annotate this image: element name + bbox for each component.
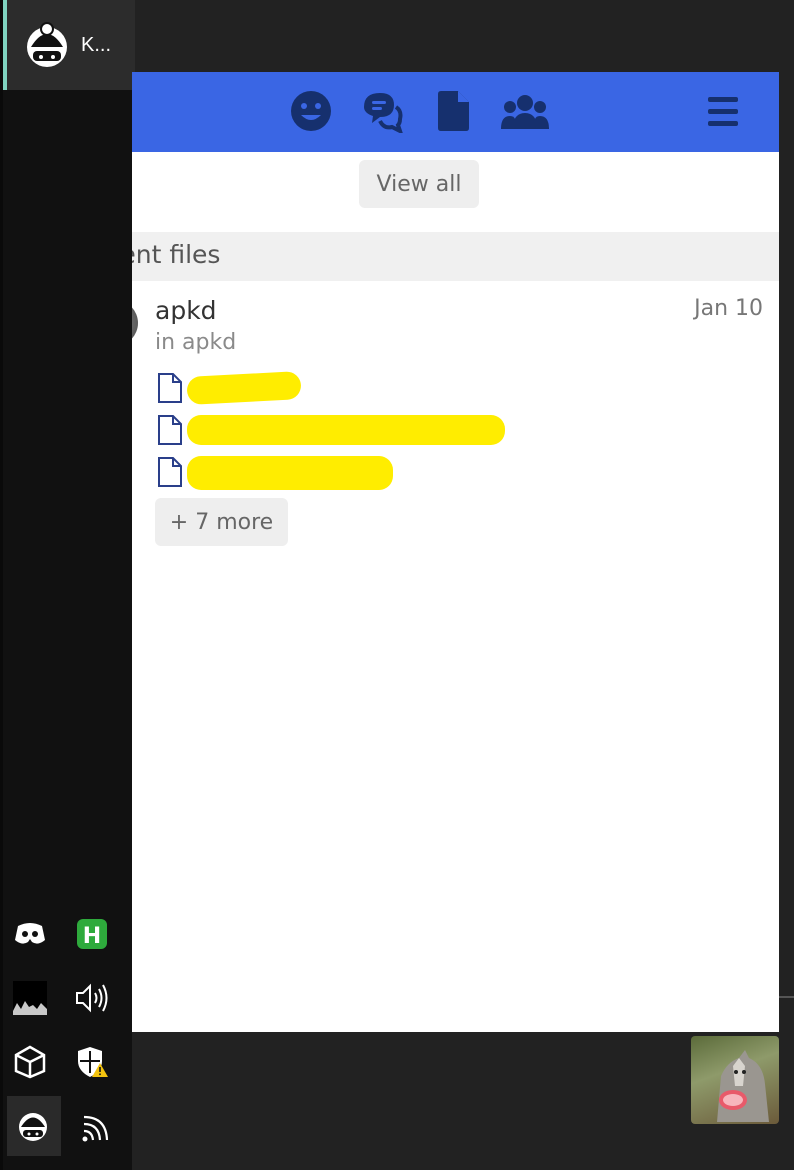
section-title: Recent files <box>132 240 221 269</box>
character-icon <box>23 17 75 73</box>
redacted-file-name <box>187 415 505 445</box>
document-icon <box>157 456 183 492</box>
security-warning-icon <box>75 1045 109 1083</box>
unity-icon <box>13 1045 47 1083</box>
taskbar-window-title: K... <box>81 33 112 56</box>
svg-text:H: H <box>83 924 101 949</box>
emoji-icon <box>290 90 332 136</box>
wifi-icon <box>81 1113 111 1147</box>
performance-graph-icon <box>13 981 47 1019</box>
show-more-files-button[interactable]: + 7 more <box>155 498 288 546</box>
view-all-button[interactable]: View all <box>359 160 479 208</box>
document-icon <box>157 414 183 450</box>
tray-unity[interactable] <box>3 1034 57 1094</box>
h-app-icon: H <box>76 918 108 954</box>
avatar[interactable] <box>132 300 138 346</box>
chat-icon <box>360 89 404 137</box>
emoji-button[interactable] <box>290 90 332 136</box>
window-divider <box>779 996 794 998</box>
files-button[interactable] <box>432 90 474 136</box>
recent-files-section-header: Recent files <box>132 232 779 281</box>
document-icon <box>157 372 183 408</box>
chat-button[interactable] <box>360 89 404 137</box>
redacted-file-name <box>186 371 302 405</box>
menu-button[interactable] <box>702 92 744 134</box>
taskbar: K... H <box>0 0 135 1170</box>
taskbar-active-window[interactable]: K... <box>3 0 135 90</box>
file-icon <box>436 90 470 136</box>
team-icon <box>501 91 549 135</box>
tray-volume[interactable] <box>65 970 119 1030</box>
tray-security[interactable] <box>65 1034 119 1094</box>
volume-icon <box>75 983 109 1017</box>
entry-date: Jan 10 <box>694 296 763 321</box>
tray-h-app[interactable]: H <box>65 906 119 966</box>
entry-author[interactable]: apkd <box>155 296 217 325</box>
chat-app-window: View all Recent files apkd Jan 10 in apk… <box>132 72 779 1032</box>
tray-network[interactable] <box>69 1100 123 1160</box>
file-list-item[interactable] <box>157 371 557 408</box>
character-icon <box>16 1106 52 1146</box>
discord-icon <box>14 922 46 950</box>
wolf-thumbnail[interactable] <box>691 1036 779 1124</box>
entry-location[interactable]: in apkd <box>155 330 236 355</box>
team-button[interactable] <box>501 91 549 135</box>
redacted-file-name <box>187 456 393 490</box>
app-header <box>132 72 779 152</box>
tray-performance[interactable] <box>3 970 57 1030</box>
menu-icon <box>706 94 740 132</box>
file-list-item[interactable] <box>157 414 557 448</box>
file-list-item[interactable] <box>157 456 557 490</box>
tray-character[interactable] <box>7 1096 61 1156</box>
tray-discord[interactable] <box>3 906 57 966</box>
